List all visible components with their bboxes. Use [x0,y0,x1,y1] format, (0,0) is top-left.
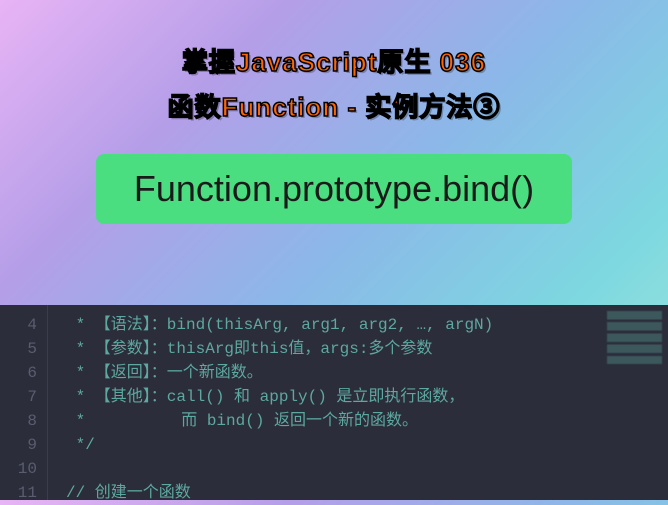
code-line: */ [66,433,668,457]
line-number: 7 [0,385,37,409]
line-number: 5 [0,337,37,361]
title-line-1: 掌握JavaScript原生 036 [0,42,668,79]
code-line: * 【语法】：bind(thisArg, arg1, arg2, …, argN… [66,313,668,337]
minimap[interactable] [607,311,662,381]
code-editor: 4 5 6 7 8 9 10 11 * 【语法】：bind(thisArg, a… [0,305,668,500]
line-number: 6 [0,361,37,385]
line-number: 11 [0,481,37,505]
topic-banner: Function.prototype.bind() [96,154,572,224]
header-section: 掌握JavaScript原生 036 函数Function - 实例方法③ Fu… [0,0,668,224]
line-number: 8 [0,409,37,433]
line-number-gutter: 4 5 6 7 8 9 10 11 [0,305,48,500]
code-line: * 【返回】：一个新函数。 [66,361,668,385]
line-number: 4 [0,313,37,337]
line-number: 10 [0,457,37,481]
code-line [66,457,668,481]
code-line: * 【参数】：thisArg即this值，args:多个参数 [66,337,668,361]
code-area[interactable]: * 【语法】：bind(thisArg, arg1, arg2, …, argN… [48,305,668,500]
code-line: * 【其他】：call() 和 apply() 是立即执行函数， [66,385,668,409]
code-line: * 而 bind() 返回一个新的函数。 [66,409,668,433]
code-line: // 创建一个函数 [66,481,668,505]
title-line-2: 函数Function - 实例方法③ [0,87,668,124]
line-number: 9 [0,433,37,457]
